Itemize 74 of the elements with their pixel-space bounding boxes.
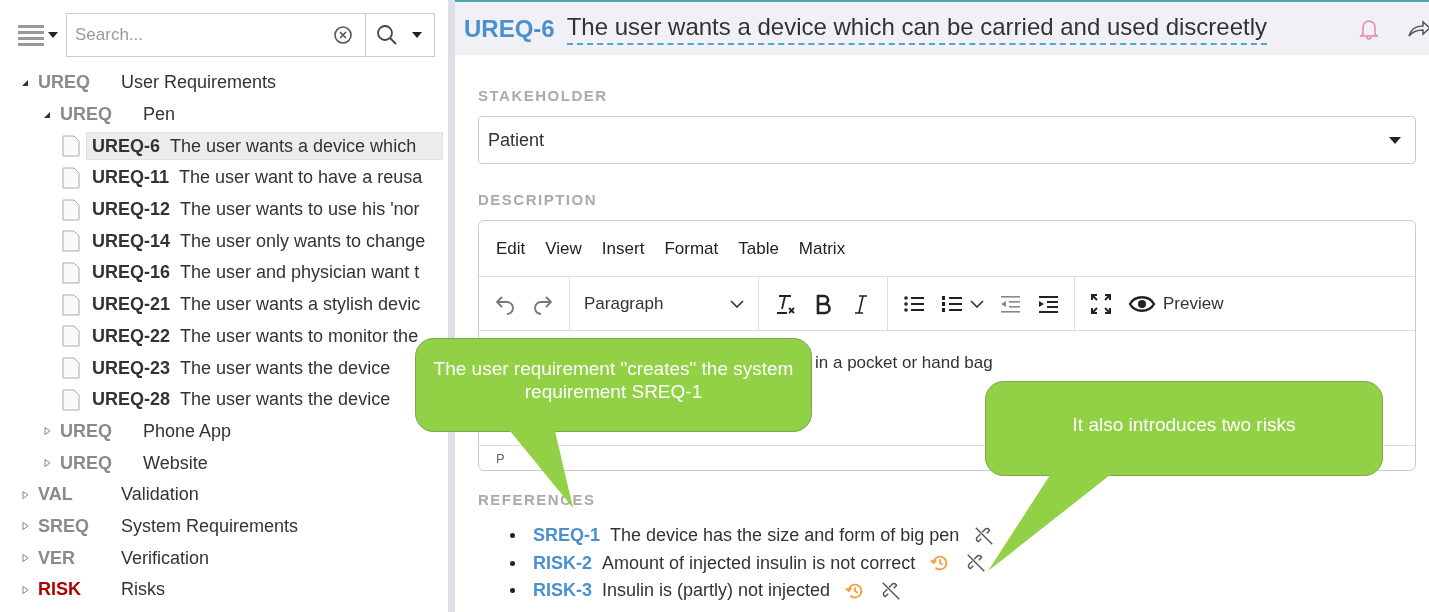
- menu-item[interactable]: Matrix: [798, 238, 846, 259]
- category-label[interactable]: Risks: [121, 579, 165, 601]
- unlink-icon[interactable]: [965, 552, 988, 575]
- caret-icon[interactable]: [1389, 136, 1401, 144]
- tree-item[interactable]: UREQ-16 The user and physician want t: [86, 258, 443, 287]
- category-code: UREQ: [60, 420, 113, 442]
- tooltip-text: It also introduces two risks: [1071, 414, 1297, 437]
- unlink-icon[interactable]: [880, 579, 903, 602]
- block-format-dropdown[interactable]: Paragraph: [584, 293, 744, 314]
- menu-item[interactable]: Table: [738, 238, 779, 259]
- document-icon: [62, 135, 80, 158]
- section-label: STAKEHOLDER: [478, 87, 609, 104]
- tree-item[interactable]: UREQ-22 The user wants to monitor the: [86, 322, 443, 351]
- search-field[interactable]: Search...: [66, 13, 365, 57]
- document-icon: [62, 198, 80, 221]
- bullet-dot: [510, 560, 515, 566]
- expand-triangle-icon[interactable]: [42, 426, 52, 437]
- document-icon: [62, 357, 80, 380]
- category-code: UREQ: [60, 452, 113, 474]
- reference-text: Amount of injected insulin is not correct: [602, 552, 916, 574]
- document-icon: [62, 166, 80, 189]
- menu-item[interactable]: Format: [664, 238, 719, 259]
- tree-item[interactable]: UREQ-6 The user wants a device which: [86, 132, 443, 161]
- tooltip-text: The user requirement "creates" the system requirement SREQ-1: [432, 358, 795, 404]
- expand-triangle-icon[interactable]: [20, 553, 30, 564]
- category-code: UREQ: [60, 104, 113, 126]
- document-icon: [62, 388, 80, 411]
- clear-icon[interactable]: [333, 25, 353, 45]
- bullet-dot: [510, 588, 515, 594]
- document-icon: [62, 325, 80, 348]
- document-icon: [62, 230, 80, 253]
- search-button[interactable]: [365, 13, 435, 57]
- category-label[interactable]: Validation: [121, 484, 199, 506]
- category-label[interactable]: Website: [143, 452, 208, 474]
- item-id: UREQ-6: [464, 14, 555, 43]
- bullet-dot: [510, 533, 515, 539]
- category-label[interactable]: System Requirements: [121, 515, 299, 537]
- expand-triangle-icon[interactable]: [20, 584, 30, 595]
- category-code: SREQ: [38, 515, 90, 537]
- category-label[interactable]: Verification: [121, 547, 210, 569]
- section-label: DESCRIPTION: [478, 191, 598, 208]
- menu-item[interactable]: Edit: [496, 238, 526, 259]
- menu-item[interactable]: Insert: [601, 238, 645, 259]
- expand-triangle-icon[interactable]: [42, 458, 52, 469]
- reference-text: The device has the size and form of big pen: [610, 525, 960, 547]
- category-label[interactable]: Pen: [143, 104, 176, 126]
- category-code: VER: [38, 547, 76, 569]
- category-label[interactable]: User Requirements: [121, 72, 277, 94]
- reference-text: Insulin is (partly) not injected: [602, 580, 831, 602]
- chevron-icon[interactable]: [730, 299, 744, 308]
- tree-item[interactable]: UREQ-14 The user only wants to change: [86, 227, 443, 256]
- category-code: UREQ: [38, 72, 91, 94]
- tree-item[interactable]: UREQ-12 The user wants to use his 'nor: [86, 195, 443, 224]
- document-icon: [62, 261, 80, 284]
- document-icon: [62, 293, 80, 316]
- stakeholder-dropdown[interactable]: Patient: [478, 116, 1416, 164]
- caret-icon[interactable]: [48, 32, 58, 38]
- expand-triangle-icon[interactable]: [20, 489, 30, 500]
- category-label[interactable]: Phone App: [143, 420, 232, 442]
- category-code: RISK: [38, 579, 82, 601]
- unlink-icon[interactable]: [973, 524, 996, 547]
- tree-item[interactable]: UREQ-21 The user wants a stylish devic: [86, 290, 443, 319]
- category-code: VAL: [38, 484, 74, 506]
- fullscreen-icon[interactable]: [1089, 291, 1113, 316]
- menu-item[interactable]: View: [545, 238, 582, 259]
- tree-item[interactable]: UREQ-11 The user want to have a reusa: [86, 163, 443, 192]
- preview-button[interactable]: Preview: [1127, 291, 1224, 316]
- item-title[interactable]: The user wants a device which can be carried and used discreetly: [566, 12, 1268, 45]
- element-path: P: [496, 450, 505, 466]
- search-icon[interactable]: [376, 24, 398, 46]
- expand-triangle-icon[interactable]: [20, 521, 30, 532]
- description-text: in a pocket or hand bag: [815, 353, 993, 372]
- caret-icon[interactable]: [970, 299, 984, 308]
- caret-icon[interactable]: [412, 32, 422, 38]
